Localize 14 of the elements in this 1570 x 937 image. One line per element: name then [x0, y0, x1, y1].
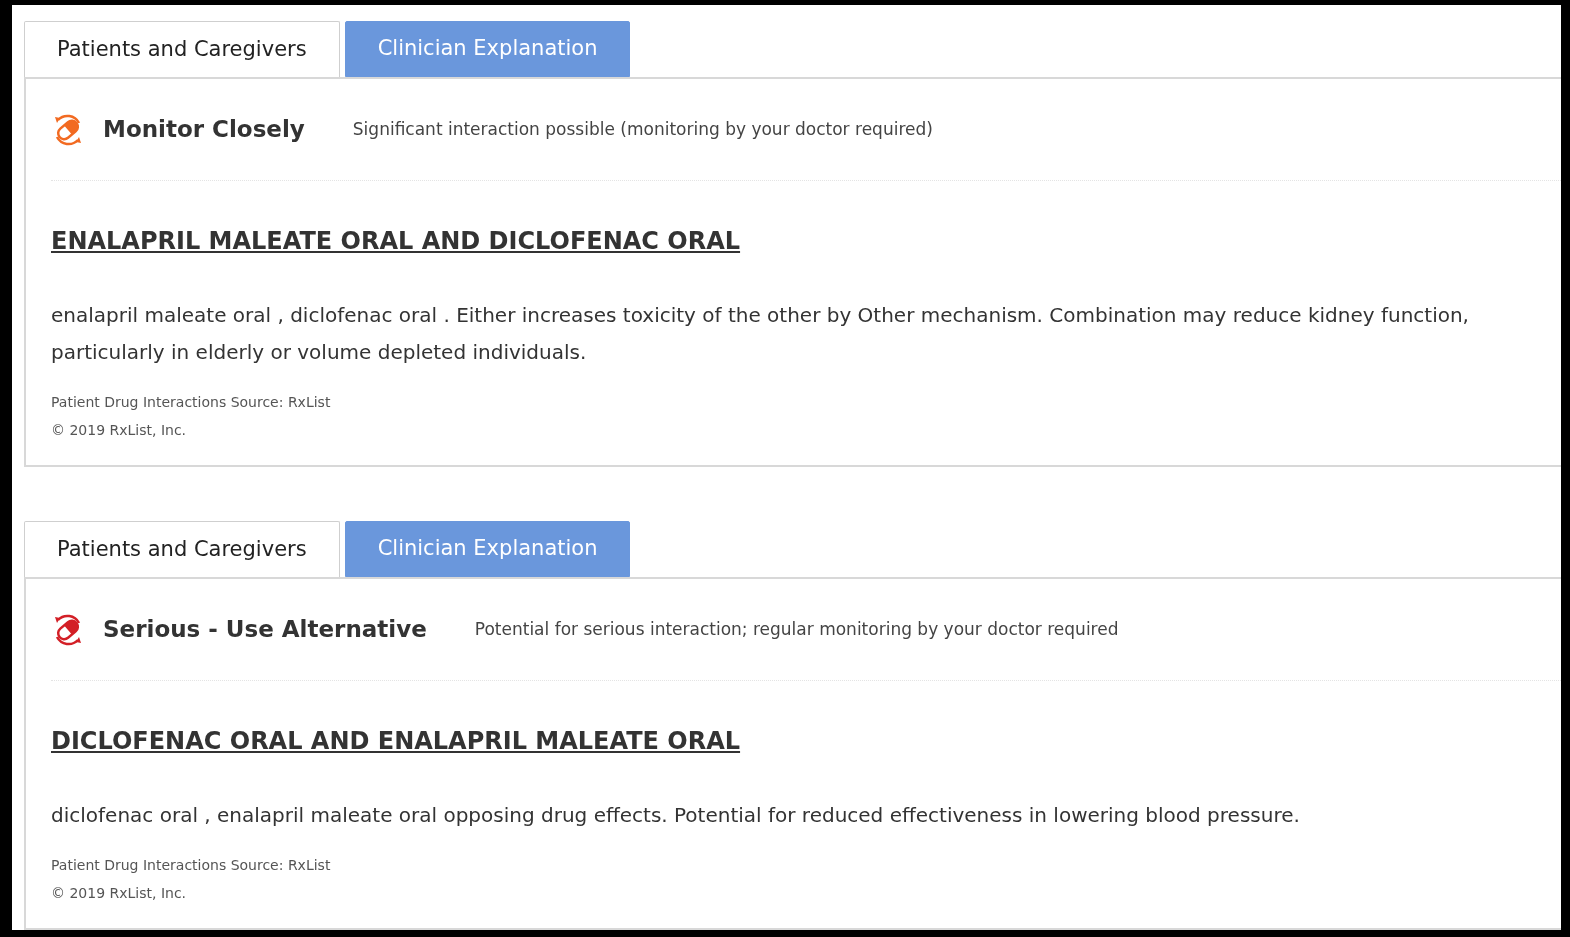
source-note: Patient Drug Interactions Source: RxList — [51, 393, 332, 412]
interaction-title-link[interactable]: DICLOFENAC ORAL AND ENALAPRIL MALEATE ORAL — [51, 727, 741, 755]
severity-label: Serious - Use Alternative — [103, 615, 427, 645]
interaction-description: enalapril maleate oral , diclofenac oral . Either increases toxicity of the other by Other mechanism. Combination may reduce kidney function, particularly in elderly or volume depleted individuals. — [51, 302, 1470, 366]
severity-description: Potential for serious interaction; regular monitoring by your doctor required — [474, 617, 1119, 641]
copyright-note: © 2019 RxList, Inc. — [51, 421, 188, 440]
tab[interactable]: Patients and Caregivers — [24, 521, 340, 577]
tab[interactable]: Patients and Caregivers — [24, 21, 340, 77]
copyright-note: © 2019 RxList, Inc. — [51, 884, 188, 903]
severity-label: Monitor Closely — [103, 115, 305, 145]
interaction-description: diclofenac oral , enalapril maleate oral opposing drug effects. Potential for reduced effectiveness in lowering blood pressure. — [51, 802, 1301, 829]
severity-description: Significant interaction possible (monitoring by your doctor required) — [352, 117, 933, 141]
interaction-title-link[interactable]: ENALAPRIL MALEATE ORAL AND DICLOFENAC ORAL — [51, 227, 741, 255]
source-note: Patient Drug Interactions Source: RxList — [51, 856, 332, 875]
